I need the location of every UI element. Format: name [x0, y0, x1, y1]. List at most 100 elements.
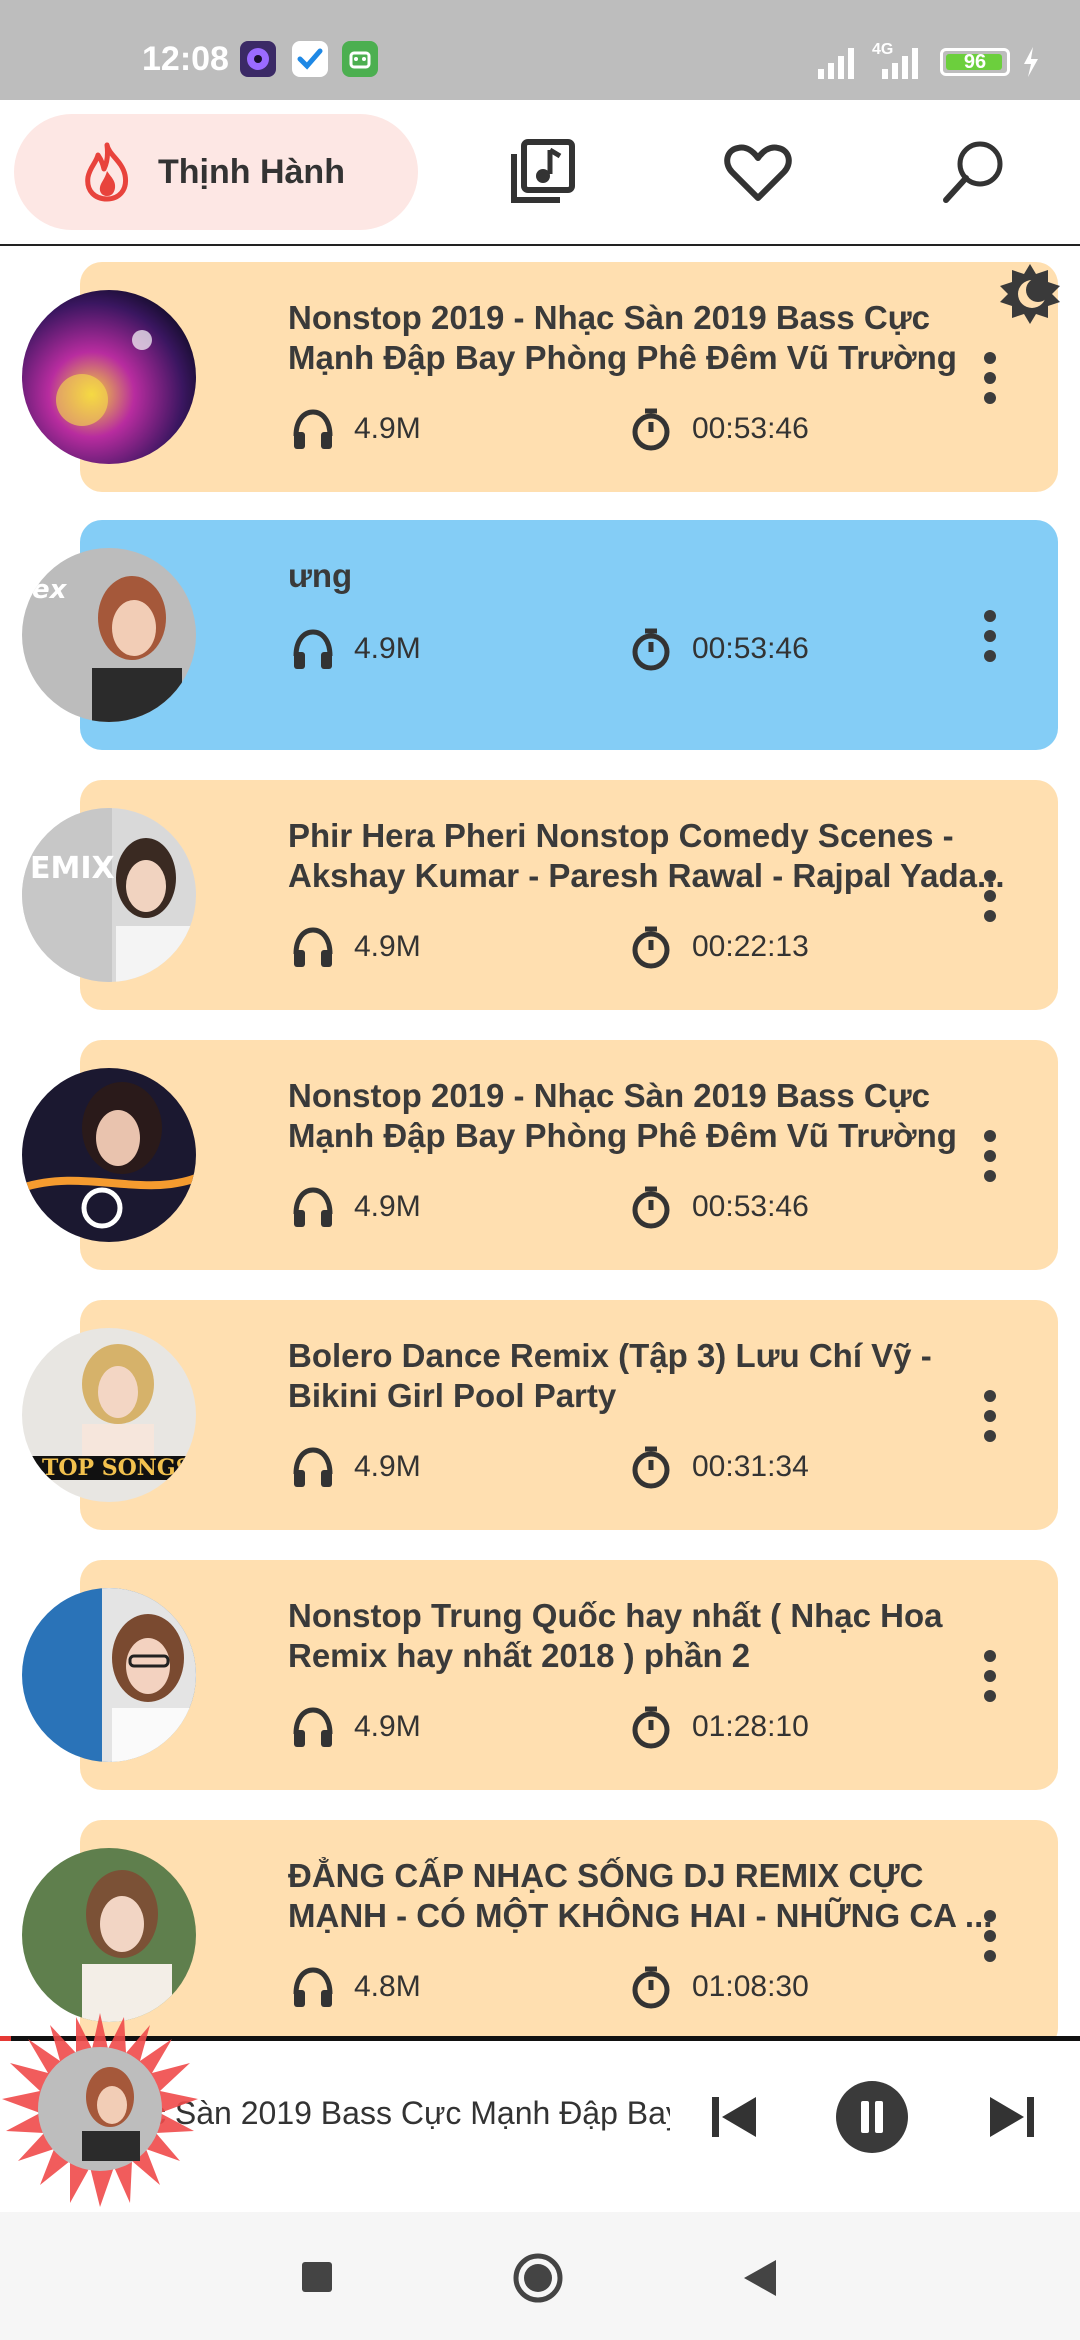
top-navigation: Thịnh Hành	[0, 100, 1080, 246]
svg-text:EMIX: EMIX	[30, 851, 115, 886]
duration: 00:31:34	[628, 1444, 809, 1490]
stopwatch-icon	[632, 1186, 670, 1229]
duration-text: 00:53:46	[692, 412, 809, 445]
more-options-icon[interactable]	[982, 870, 998, 922]
listen-count: 4.8M	[290, 1964, 421, 2010]
song-card-active[interactable]: ưng 4.9M 00:53:46	[80, 520, 1058, 750]
song-title: Bolero Dance Remix (Tập 3) Lưu Chí Vỹ - …	[288, 1337, 932, 1414]
song-thumbnail	[22, 1588, 196, 1762]
duration-text: 00:22:13	[692, 930, 809, 963]
song-title: Phir Hera Pheri Nonstop Comedy Scenes - …	[288, 817, 1005, 894]
now-playing-title: c Sàn 2019 Bass Cực Mạnh Đập Bay	[150, 2095, 670, 2131]
duration: 01:28:10	[628, 1704, 809, 1750]
android-icon	[342, 41, 378, 77]
duration: 00:53:46	[628, 1184, 809, 1230]
more-options-icon[interactable]	[982, 1390, 998, 1442]
listen-count: 4.9M	[290, 626, 421, 672]
search-icon[interactable]	[938, 136, 1010, 208]
listen-count: 4.9M	[290, 1184, 421, 1230]
song-thumbnail: ex	[22, 548, 196, 722]
stopwatch-icon	[632, 1706, 670, 1749]
listen-count: 4.9M	[290, 406, 421, 452]
listen-count-text: 4.8M	[354, 1970, 421, 2003]
status-time: 12:08	[142, 40, 229, 78]
more-options-icon[interactable]	[982, 610, 998, 662]
battery-icon: 96	[940, 48, 1010, 76]
song-thumbnail	[22, 1068, 196, 1242]
signal-icon	[818, 48, 854, 79]
song-card[interactable]: Bolero Dance Remix (Tập 3) Lưu Chí Vỹ - …	[80, 1300, 1058, 1530]
headphones-icon	[293, 927, 333, 967]
pause-icon[interactable]	[834, 2079, 910, 2160]
headphones-icon	[293, 1447, 333, 1487]
svg-text:TOP SONGS: TOP SONGS	[42, 1455, 192, 1481]
stopwatch-icon	[632, 628, 670, 671]
song-card[interactable]: Nonstop 2019 - Nhạc Sàn 2019 Bass Cực Mạ…	[80, 262, 1058, 492]
more-options-icon[interactable]	[982, 1910, 998, 1962]
song-thumbnail	[22, 290, 196, 464]
music-library-icon[interactable]	[506, 136, 578, 208]
duration: 00:53:46	[628, 406, 809, 452]
listen-count: 4.9M	[290, 1704, 421, 1750]
listen-count-text: 4.9M	[354, 1190, 421, 1223]
flame-icon	[85, 142, 129, 202]
more-options-icon[interactable]	[982, 1130, 998, 1182]
theme-toggle-icon[interactable]	[998, 262, 1062, 326]
stopwatch-icon	[632, 408, 670, 451]
listen-count-text: 4.9M	[354, 1710, 421, 1743]
tab-trending-label: Thịnh Hành	[158, 152, 345, 191]
more-options-icon[interactable]	[982, 1650, 998, 1702]
stopwatch-icon	[632, 1966, 670, 2009]
song-thumbnail	[22, 1848, 196, 2022]
headphones-icon	[293, 1707, 333, 1747]
duration: 01:08:30	[628, 1964, 809, 2010]
recent-apps-icon[interactable]	[300, 2260, 334, 2299]
duration-text: 01:08:30	[692, 1970, 809, 2003]
next-icon[interactable]	[982, 2087, 1042, 2152]
headphones-icon	[293, 629, 333, 669]
listen-count-text: 4.9M	[354, 412, 421, 445]
song-thumbnail: EMIX	[22, 808, 196, 982]
tab-trending[interactable]: Thịnh Hành	[14, 114, 418, 230]
headphones-icon	[293, 1967, 333, 2007]
mini-player[interactable]: c Sàn 2019 Bass Cực Mạnh Đập Bay	[0, 2013, 1080, 2212]
listen-count: 4.9M	[290, 1444, 421, 1490]
check-icon	[292, 41, 328, 77]
headphones-icon	[293, 1187, 333, 1227]
song-title: Nonstop 2019 - Nhạc Sàn 2019 Bass Cực Mạ…	[288, 1077, 957, 1154]
song-card[interactable]: ĐẲNG CẤP NHẠC SỐNG DJ REMIX CỰC MẠNH - C…	[80, 1820, 1058, 2036]
status-bar: 12:08 4G 96	[0, 0, 1080, 100]
listen-count-text: 4.9M	[354, 632, 421, 665]
listen-count: 4.9M	[290, 924, 421, 970]
duration-text: 00:53:46	[692, 632, 809, 665]
signal-4g-icon: 4G	[872, 41, 928, 79]
system-navigation-bar	[0, 2212, 1080, 2340]
duration: 00:53:46	[628, 626, 809, 672]
song-title: ưng	[288, 557, 353, 594]
charging-icon	[1024, 47, 1038, 77]
song-title: Nonstop Trung Quốc hay nhất ( Nhạc Hoa R…	[288, 1597, 943, 1674]
now-playing-artwork[interactable]	[0, 2009, 200, 2209]
stopwatch-icon	[632, 1446, 670, 1489]
listen-count-text: 4.9M	[354, 1450, 421, 1483]
back-icon[interactable]	[742, 2258, 778, 2303]
home-icon[interactable]	[512, 2252, 564, 2309]
heart-icon[interactable]	[722, 136, 794, 208]
duration: 00:22:13	[628, 924, 809, 970]
song-card[interactable]: Phir Hera Pheri Nonstop Comedy Scenes - …	[80, 780, 1058, 1010]
song-card[interactable]: Nonstop 2019 - Nhạc Sàn 2019 Bass Cực Mạ…	[80, 1040, 1058, 1270]
battery-level: 96	[963, 50, 987, 73]
song-title: Nonstop 2019 - Nhạc Sàn 2019 Bass Cực Mạ…	[288, 299, 957, 376]
previous-icon[interactable]	[704, 2087, 764, 2152]
headphones-icon	[293, 409, 333, 449]
stopwatch-icon	[632, 926, 670, 969]
svg-text:ex: ex	[32, 575, 68, 605]
more-options-icon[interactable]	[982, 352, 998, 404]
listen-count-text: 4.9M	[354, 930, 421, 963]
song-title: ĐẲNG CẤP NHẠC SỐNG DJ REMIX CỰC MẠNH - C…	[288, 1857, 993, 1934]
song-card[interactable]: Nonstop Trung Quốc hay nhất ( Nhạc Hoa R…	[80, 1560, 1058, 1790]
song-list: Nonstop 2019 - Nhạc Sàn 2019 Bass Cực Mạ…	[0, 246, 1080, 2036]
song-thumbnail: TOP SONGS	[22, 1328, 196, 1502]
duration-text: 00:31:34	[692, 1450, 809, 1483]
duration-text: 01:28:10	[692, 1710, 809, 1743]
